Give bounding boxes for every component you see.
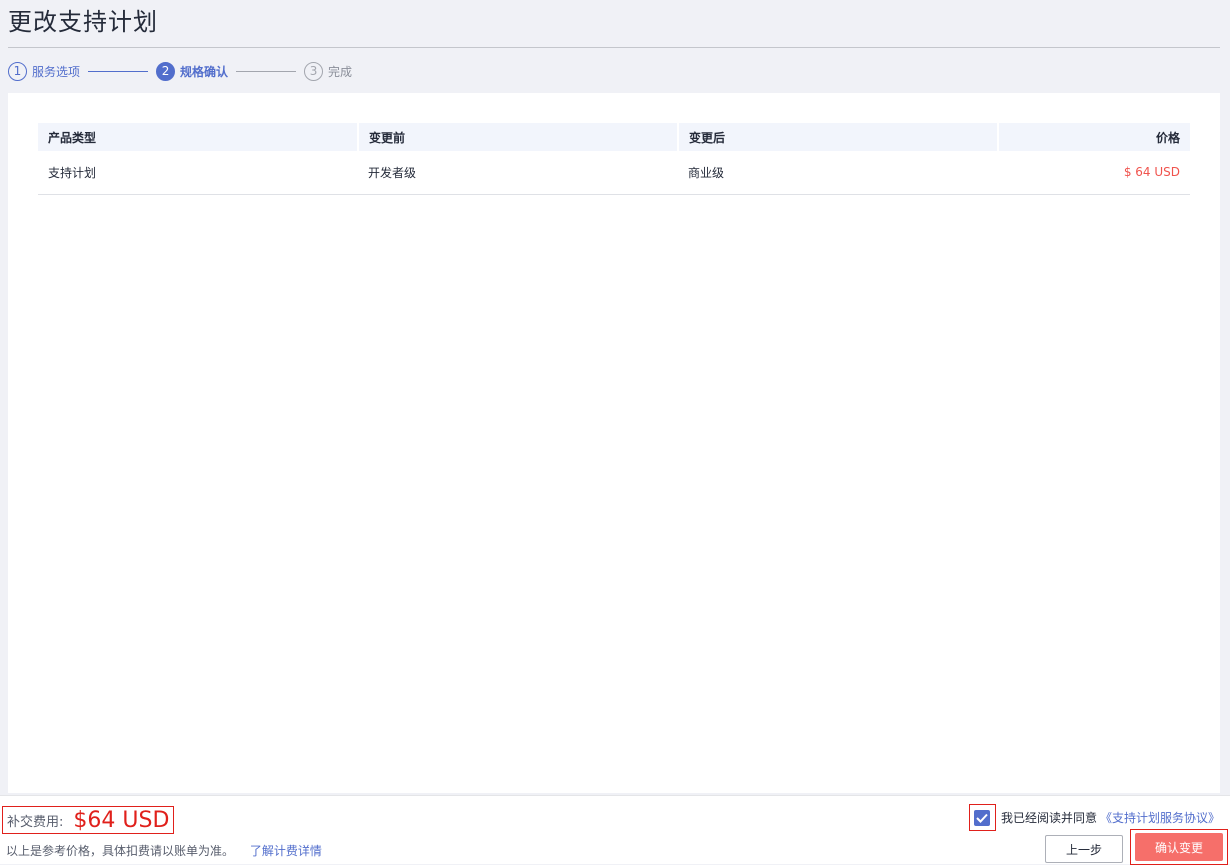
agreement: 我已经阅读并同意 《支持计划服务协议》: [968, 804, 1220, 831]
confirm-change-button[interactable]: 确认变更: [1135, 833, 1223, 861]
fee-detail-link[interactable]: 了解计费详情: [250, 844, 322, 858]
fee-label: 补交费用:: [7, 814, 64, 830]
spec-panel: 产品类型 变更前 变更后 价格 支持计划 开发者级 商业级 $ 64 USD: [8, 93, 1220, 793]
agreement-text: 我已经阅读并同意: [1000, 811, 1097, 825]
fee-amount: $64 USD: [73, 807, 170, 833]
footer-bar: 补交费用: $64 USD 以上是参考价格，具体扣费请以账单为准。 了解计费详情…: [0, 795, 1230, 865]
cell-after: 商业级: [678, 151, 998, 195]
step-indicator: 1 服务选项 2 规格确认 3 完成: [8, 60, 352, 82]
step-label: 规格确认: [180, 64, 229, 79]
step-number: 1: [8, 61, 27, 81]
fee-note: 以上是参考价格，具体扣费请以账单为准。 了解计费详情: [6, 842, 322, 859]
cell-price: $ 64 USD: [998, 151, 1190, 195]
col-before: 变更前: [358, 123, 679, 151]
fee-summary: 补交费用: $64 USD: [2, 806, 175, 834]
col-price: 价格: [998, 123, 1190, 151]
agreement-checkbox-frame: [968, 804, 996, 831]
table-row: 支持计划 开发者级 商业级 $ 64 USD: [38, 151, 1190, 195]
step-connector: [236, 70, 297, 72]
step-label: 服务选项: [32, 64, 81, 79]
step-number: 2: [156, 61, 176, 81]
step-service-options: 1 服务选项: [8, 61, 81, 81]
title-divider: [8, 47, 1220, 48]
check-icon: [976, 813, 989, 823]
agreement-checkbox[interactable]: [974, 809, 991, 826]
step-complete: 3 完成: [304, 61, 353, 81]
confirm-button-frame: 确认变更: [1130, 829, 1228, 865]
page-title: 更改支持计划: [8, 8, 158, 36]
step-label: 完成: [328, 64, 353, 79]
step-connector: [88, 70, 149, 72]
cell-before: 开发者级: [358, 151, 678, 195]
step-number: 3: [304, 61, 324, 81]
step-spec-confirm: 2 规格确认: [156, 61, 229, 81]
agreement-link[interactable]: 《支持计划服务协议》: [1100, 809, 1220, 826]
fee-note-text: 以上是参考价格，具体扣费请以账单为准。: [6, 844, 235, 858]
cell-product-type: 支持计划: [38, 151, 358, 195]
spec-table: 产品类型 变更前 变更后 价格 支持计划 开发者级 商业级 $ 64 USD: [38, 123, 1190, 195]
col-after: 变更后: [678, 123, 999, 151]
col-product-type: 产品类型: [38, 123, 359, 151]
table-header-row: 产品类型 变更前 变更后 价格: [38, 123, 1190, 151]
prev-step-button[interactable]: 上一步: [1045, 835, 1123, 863]
